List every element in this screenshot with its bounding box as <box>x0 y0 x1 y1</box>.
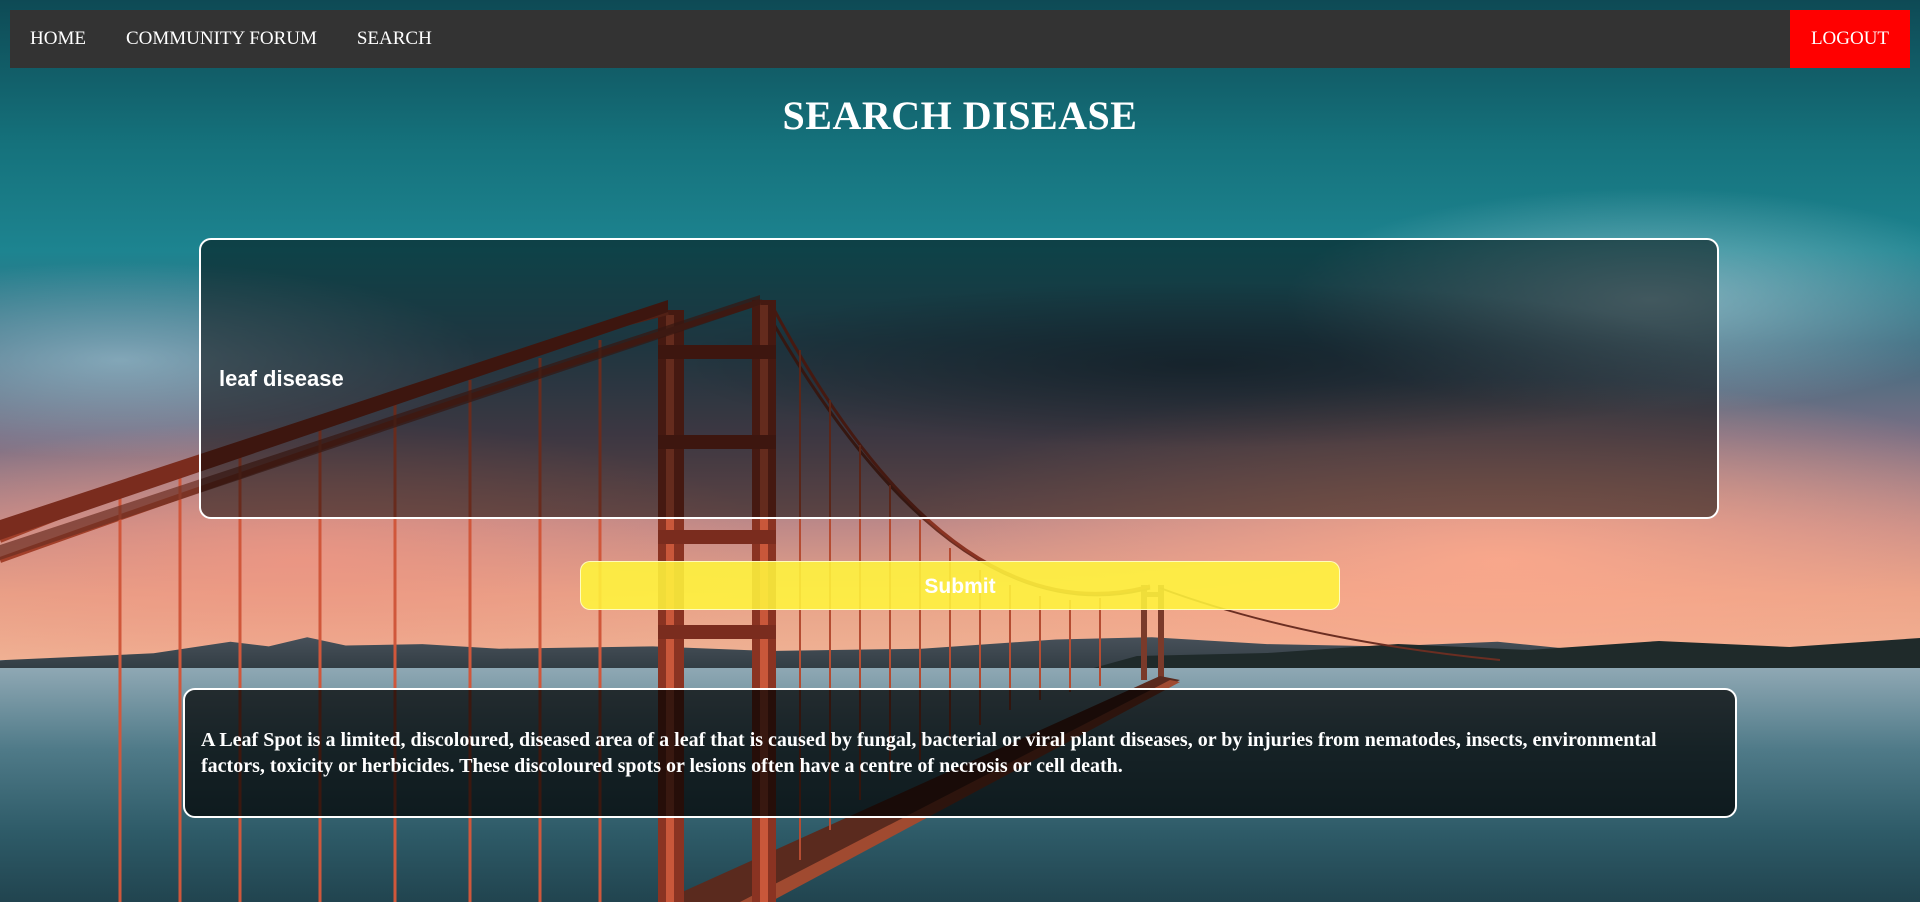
search-input[interactable] <box>217 364 1717 393</box>
logout-button[interactable]: LOGOUT <box>1790 10 1910 68</box>
page-title: SEARCH DISEASE <box>782 93 1138 138</box>
nav-community-forum[interactable]: COMMUNITY FORUM <box>106 10 337 68</box>
result-panel: A Leaf Spot is a limited, discoloured, d… <box>183 688 1737 818</box>
top-navbar: HOME COMMUNITY FORUM SEARCH LOGOUT <box>10 10 1910 68</box>
nav-home[interactable]: HOME <box>10 10 106 68</box>
result-text: A Leaf Spot is a limited, discoloured, d… <box>201 729 1657 777</box>
nav-search[interactable]: SEARCH <box>337 10 452 68</box>
search-textarea-container[interactable] <box>199 238 1719 519</box>
submit-button[interactable]: Submit <box>580 561 1340 610</box>
